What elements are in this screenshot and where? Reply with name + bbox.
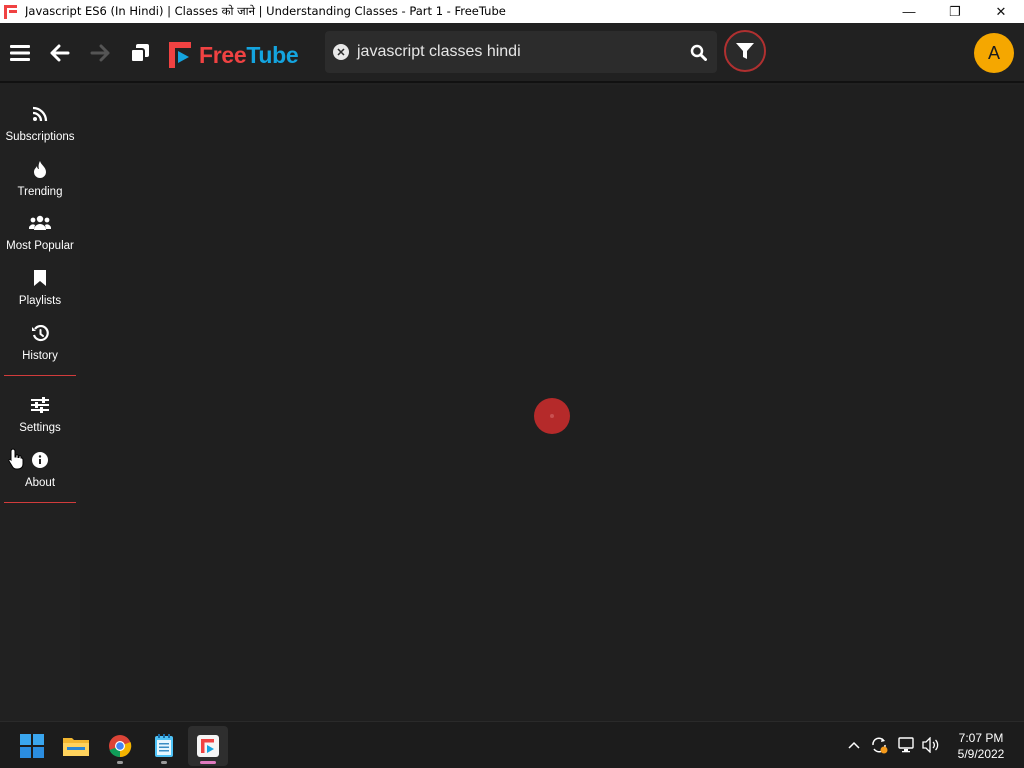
search-icon[interactable] <box>689 43 707 61</box>
info-icon <box>32 449 48 471</box>
copy-window-icon <box>130 44 149 63</box>
users-icon <box>29 212 51 234</box>
logo-text-tube: Tube <box>246 41 299 68</box>
file-explorer-icon <box>63 738 89 756</box>
taskbar-freetube[interactable] <box>188 726 228 766</box>
freetube-icon <box>197 735 219 757</box>
minimize-button[interactable]: — <box>886 0 932 23</box>
filter-icon <box>736 43 754 59</box>
show-hidden-icons-button[interactable] <box>845 734 863 756</box>
sidebar-item-most-popular[interactable]: Most Popular <box>0 208 80 260</box>
sliders-icon <box>31 394 49 416</box>
arrow-right-icon <box>90 44 110 62</box>
search-filter-button[interactable] <box>724 30 766 72</box>
taskbar-chrome[interactable] <box>100 726 140 766</box>
main-content <box>80 85 1024 721</box>
window-title-bar: Javascript ES6 (In Hindi) | Classes को ज… <box>0 0 1024 23</box>
freetube-app-icon <box>3 4 19 20</box>
chevron-up-icon <box>848 741 860 749</box>
freetube-logo[interactable]: FreeTube <box>169 40 299 70</box>
history-icon <box>31 322 49 344</box>
sidebar-divider <box>4 502 76 503</box>
chrome-icon <box>109 735 132 758</box>
sync-icon <box>872 737 888 754</box>
loading-spinner <box>534 398 570 434</box>
sidebar-item-label: History <box>22 350 58 362</box>
start-icon <box>20 734 44 758</box>
close-button[interactable]: ✕ <box>978 0 1024 23</box>
fire-icon <box>33 158 47 180</box>
sidebar-item-subscriptions[interactable]: Subscriptions <box>0 99 80 151</box>
taskbar-file-explorer[interactable] <box>56 726 96 766</box>
volume-icon <box>922 737 939 753</box>
tray-volume[interactable] <box>920 734 942 756</box>
hand-cursor-icon <box>8 448 24 470</box>
sidebar-item-label: Settings <box>19 422 61 434</box>
bookmark-icon <box>34 267 46 289</box>
logo-text-free: Free <box>199 41 247 68</box>
start-button[interactable] <box>12 726 52 766</box>
sidebar-item-label: Playlists <box>18 295 62 307</box>
rss-icon <box>32 103 48 125</box>
new-window-button[interactable] <box>122 35 158 71</box>
forward-button[interactable] <box>82 35 118 71</box>
sidebar-item-history[interactable]: History <box>0 318 80 370</box>
sidebar-divider <box>4 375 76 376</box>
profile-avatar[interactable]: A <box>974 33 1014 73</box>
notepad-icon <box>155 734 173 757</box>
windows-taskbar: 7:07 PM 5/9/2022 <box>0 721 1024 768</box>
search-bar[interactable]: ✕ javascript classes hindi <box>325 31 717 73</box>
tray-network[interactable] <box>896 734 918 756</box>
clock-time: 7:07 PM <box>958 731 1004 745</box>
side-nav: Subscriptions Trending Most Popular Play… <box>0 85 80 721</box>
sidebar-item-label: Trending <box>17 186 63 198</box>
tray-sync[interactable] <box>868 734 890 756</box>
taskbar-notepad[interactable] <box>144 726 184 766</box>
sidebar-item-label: Most Popular <box>6 240 74 252</box>
search-input[interactable]: javascript classes hindi <box>357 43 689 61</box>
sidebar-item-trending[interactable]: Trending <box>0 154 80 206</box>
arrow-left-icon <box>50 44 70 62</box>
taskbar-clock[interactable]: 7:07 PM 5/9/2022 <box>944 730 1018 762</box>
network-icon <box>898 737 914 753</box>
clock-date: 5/9/2022 <box>957 747 1005 761</box>
sidebar-item-settings[interactable]: Settings <box>0 390 80 442</box>
sidebar-item-label: Subscriptions <box>5 131 75 143</box>
back-button[interactable] <box>42 35 78 71</box>
top-nav: FreeTube ✕ javascript classes hindi A <box>0 23 1024 83</box>
sidebar-item-label: About <box>24 477 56 489</box>
clear-search-icon[interactable]: ✕ <box>333 44 349 60</box>
hamburger-icon <box>10 45 30 61</box>
freetube-logo-icon <box>169 42 191 68</box>
menu-button[interactable] <box>2 35 38 71</box>
window-title: Javascript ES6 (In Hindi) | Classes को ज… <box>25 4 506 18</box>
restore-button[interactable]: ❐ <box>932 0 978 23</box>
sidebar-item-playlists[interactable]: Playlists <box>0 263 80 315</box>
